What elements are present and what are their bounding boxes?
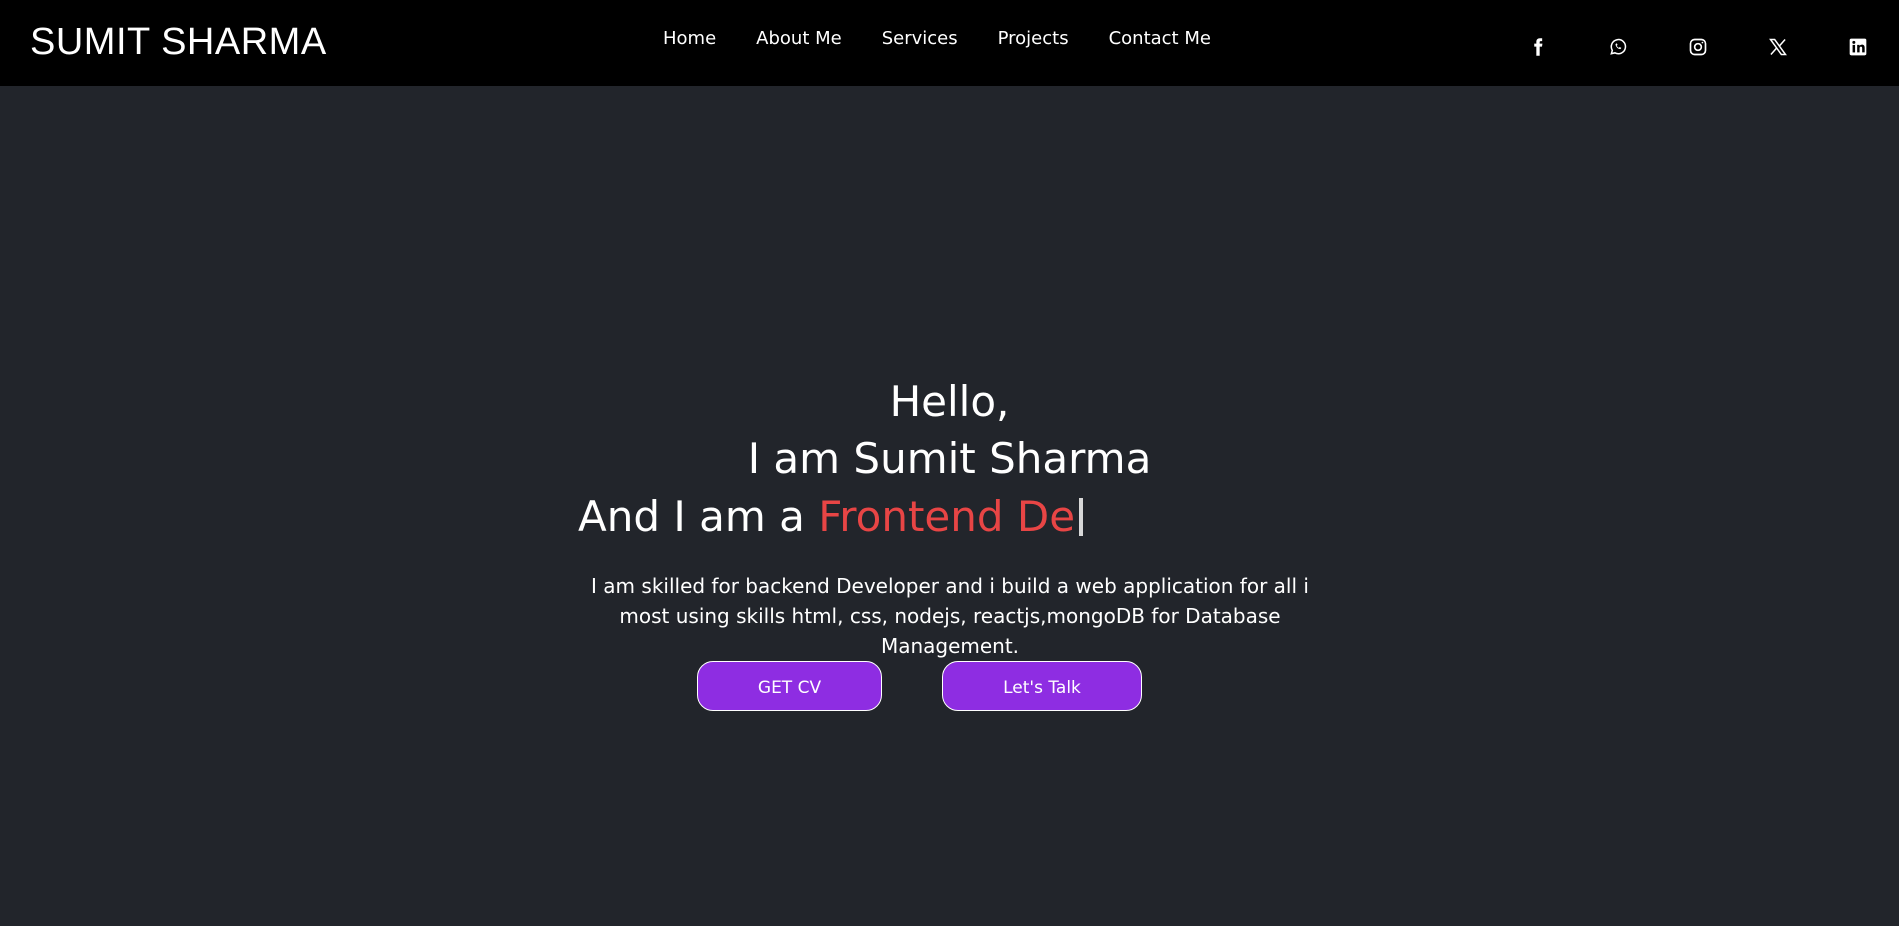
typing-cursor (1079, 498, 1084, 536)
hero-section: Hello, I am Sumit Sharma And I am a Fron… (0, 86, 1899, 926)
navbar: SUMIT SHARMA Home About Me Services Proj… (0, 0, 1899, 86)
role-prefix: And I am a (578, 492, 819, 541)
nav-contact[interactable]: Contact Me (1109, 27, 1211, 51)
whatsapp-icon[interactable] (1603, 32, 1633, 62)
nav-menu: Home About Me Services Projects Contact … (663, 27, 1211, 51)
nav-projects[interactable]: Projects (998, 27, 1069, 51)
hero-name: I am Sumit Sharma (747, 434, 1152, 483)
get-cv-button[interactable]: GET CV (697, 661, 882, 711)
facebook-icon[interactable] (1523, 32, 1553, 62)
nav-home[interactable]: Home (663, 27, 716, 51)
lets-talk-button[interactable]: Let's Talk (942, 661, 1142, 711)
linkedin-icon[interactable] (1843, 32, 1873, 62)
nav-services[interactable]: Services (882, 27, 958, 51)
role-typed-text: Frontend De (818, 492, 1076, 541)
hero-description: I am skilled for backend Developer and i… (591, 574, 1309, 658)
x-icon[interactable] (1763, 32, 1793, 62)
hero-greeting: Hello, (889, 377, 1010, 426)
social-links (1523, 32, 1873, 62)
hero-role: And I am a Frontend De (578, 491, 1084, 543)
nav-about[interactable]: About Me (756, 27, 842, 51)
instagram-icon[interactable] (1683, 32, 1713, 62)
brand-logo[interactable]: SUMIT SHARMA (30, 18, 327, 66)
